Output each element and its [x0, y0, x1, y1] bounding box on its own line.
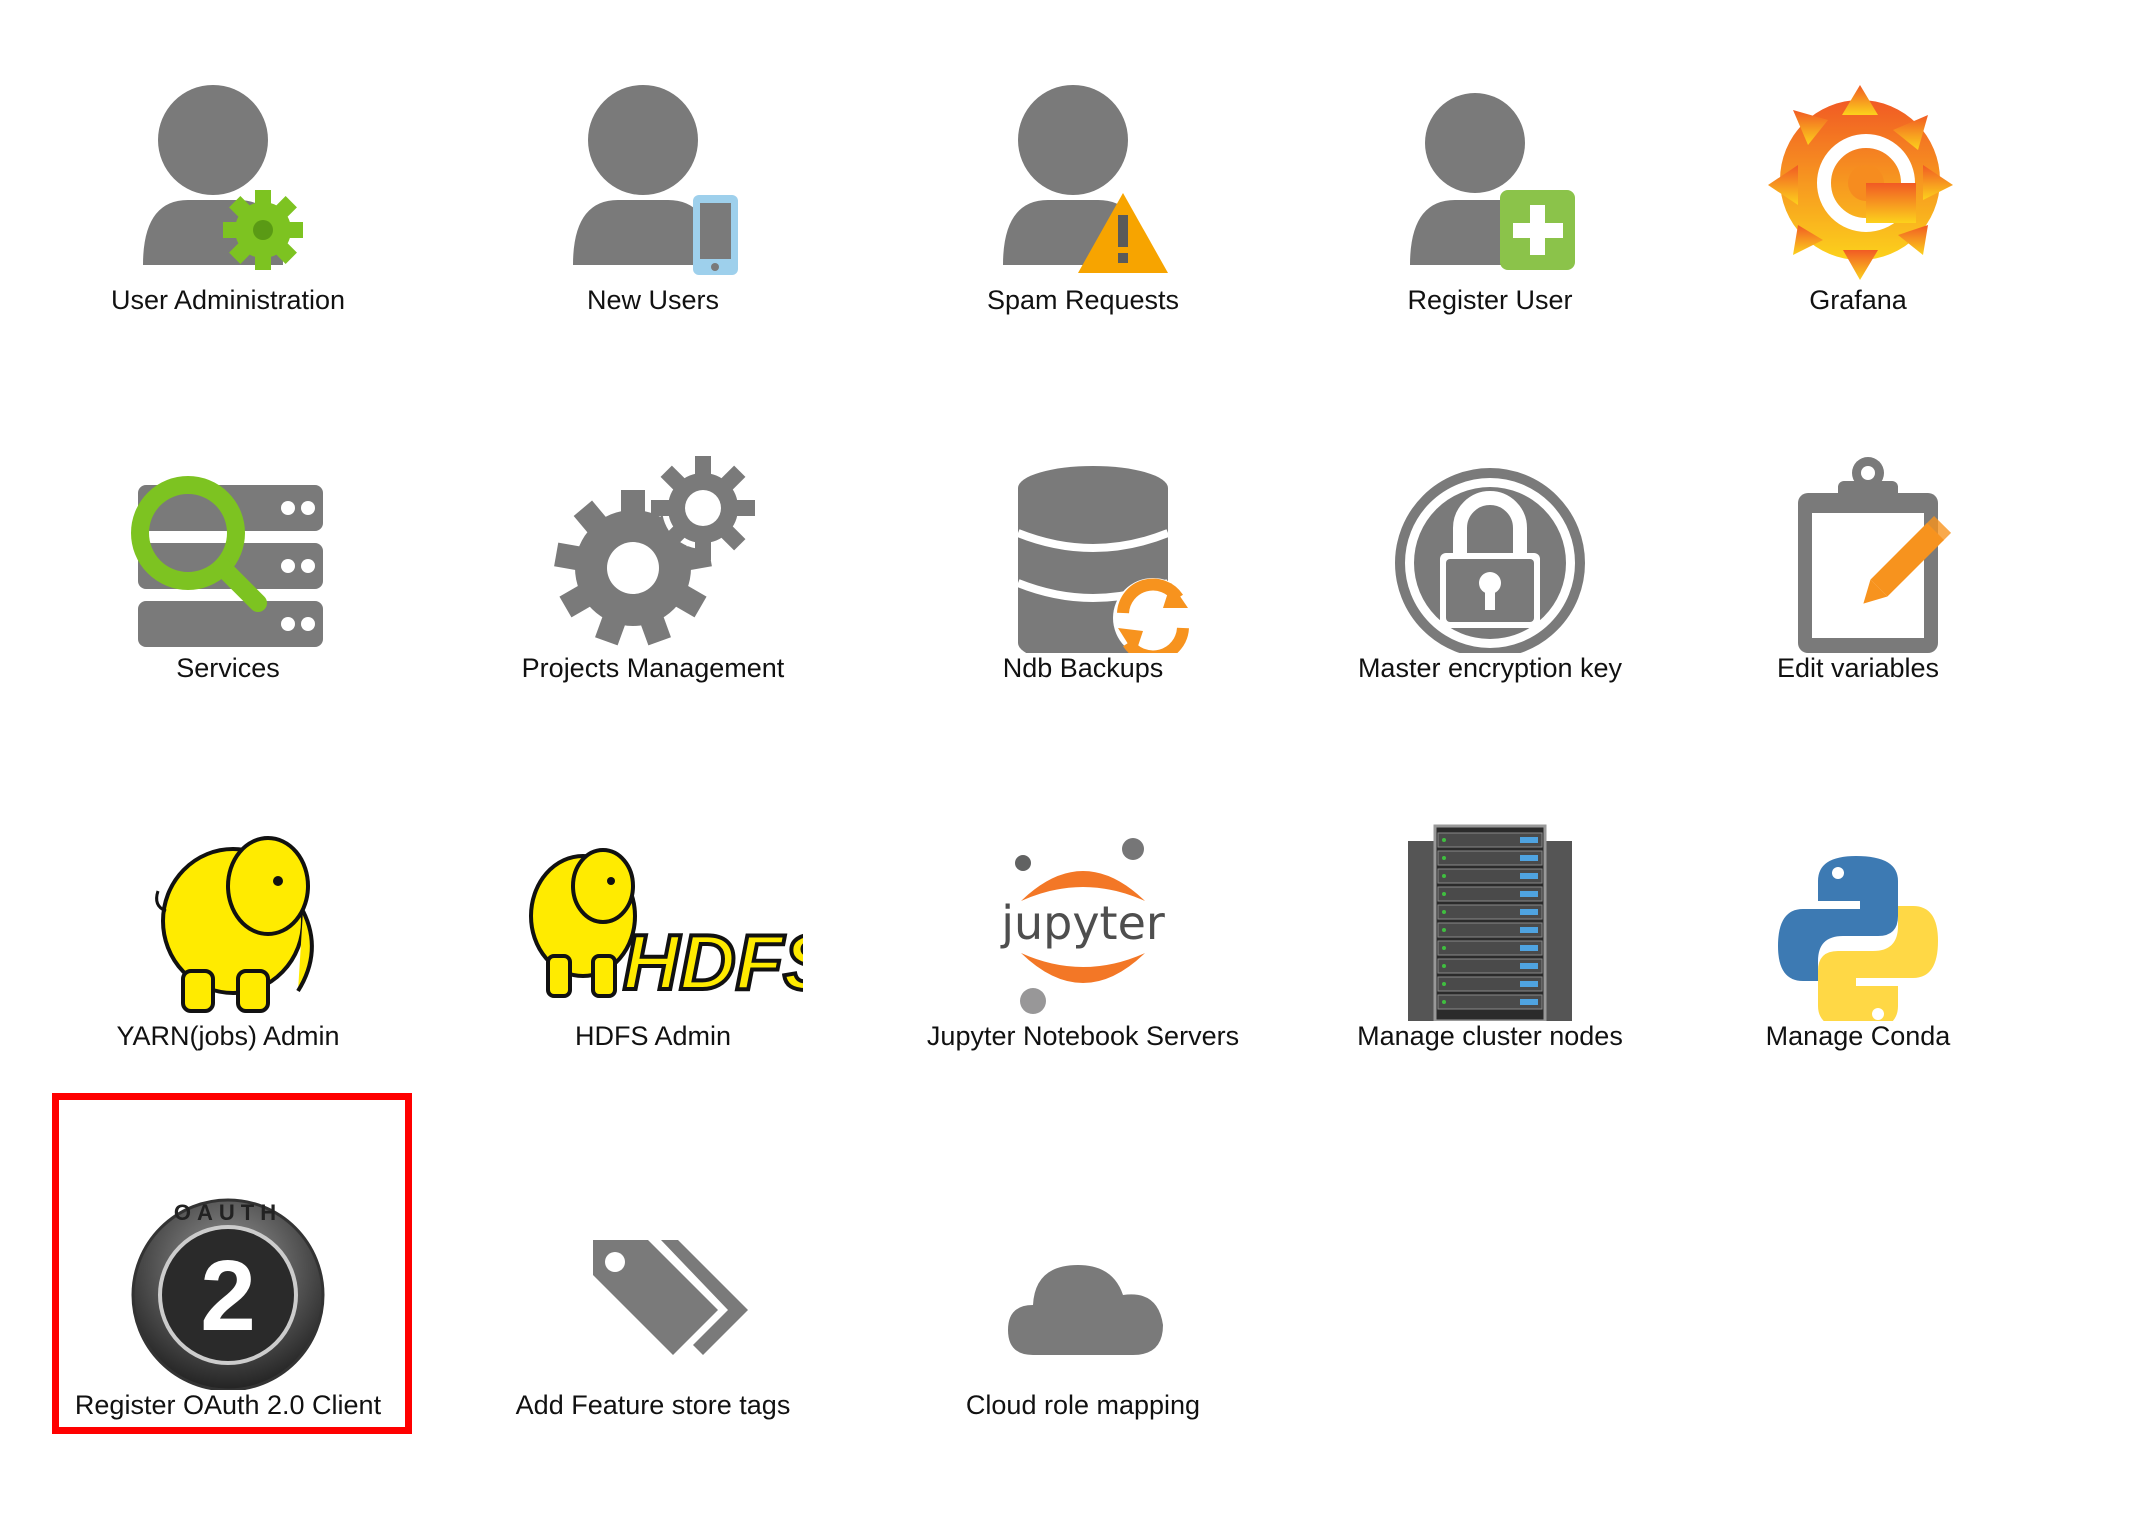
yarn-elephant-icon — [118, 801, 338, 1021]
tile-label: HDFS Admin — [574, 1021, 732, 1051]
tile-label: Grafana — [1809, 285, 1907, 315]
tile-register-oauth-client[interactable]: 2 OAUTH Register OAuth 2.0 Client — [8, 1125, 448, 1465]
tile-edit-variables[interactable]: Edit variables — [1638, 388, 2078, 728]
tile-projects-management[interactable]: Projects Management — [433, 388, 873, 728]
tile-label: Register OAuth 2.0 Client — [74, 1390, 382, 1420]
tile-grafana[interactable]: Grafana — [1638, 20, 2078, 360]
tile-cloud-role-mapping[interactable]: Cloud role mapping — [863, 1125, 1303, 1465]
spam-warning-icon — [973, 65, 1193, 285]
tile-label: New Users — [586, 285, 720, 315]
database-sync-icon — [973, 433, 1193, 653]
grafana-logo-icon — [1748, 65, 1968, 285]
python-logo-icon — [1748, 801, 1968, 1021]
user-admin-icon — [118, 65, 338, 285]
gears-icon — [543, 433, 763, 653]
tile-label: Edit variables — [1776, 653, 1940, 683]
tile-label: Cloud role mapping — [965, 1390, 1201, 1420]
cloud-icon — [973, 1170, 1193, 1390]
tile-hdfs-admin[interactable]: HDFS HDFS Admin — [433, 756, 873, 1096]
tile-label: Ndb Backups — [1002, 653, 1164, 683]
tile-label: Projects Management — [521, 653, 785, 683]
tile-label: Jupyter Notebook Servers — [926, 1021, 1240, 1051]
tile-new-users[interactable]: New Users — [433, 20, 873, 360]
tags-icon — [543, 1170, 763, 1390]
tile-yarn-admin[interactable]: YARN(jobs) Admin — [8, 756, 448, 1096]
services-search-icon — [118, 433, 338, 653]
jupyter-logo-icon: jupyter — [973, 801, 1193, 1021]
hdfs-logo-icon: HDFS — [503, 801, 803, 1021]
lock-icon — [1380, 433, 1600, 653]
tile-jupyter-servers[interactable]: jupyter Jupyter Notebook Servers — [863, 756, 1303, 1096]
tile-label: User Administration — [110, 285, 346, 315]
tile-manage-conda[interactable]: Manage Conda — [1638, 756, 2078, 1096]
tile-label: YARN(jobs) Admin — [116, 1021, 340, 1051]
tile-label: Add Feature store tags — [515, 1390, 791, 1420]
jupyter-logo-text: jupyter — [1000, 896, 1165, 950]
new-users-icon — [543, 65, 763, 285]
tile-add-feature-store-tags[interactable]: Add Feature store tags — [433, 1125, 873, 1465]
tile-label: Manage Conda — [1765, 1021, 1951, 1051]
tile-ndb-backups[interactable]: Ndb Backups — [863, 388, 1303, 728]
add-user-icon — [1380, 65, 1600, 285]
tile-label: Spam Requests — [986, 285, 1180, 315]
tile-user-administration[interactable]: User Administration — [8, 20, 448, 360]
tile-label: Services — [176, 653, 280, 683]
server-rack-icon — [1380, 801, 1600, 1021]
clipboard-edit-icon — [1748, 433, 1968, 653]
oauth-number: 2 — [200, 1240, 256, 1352]
tile-services[interactable]: Services — [8, 388, 448, 728]
oauth2-logo-icon: 2 OAUTH — [118, 1170, 338, 1390]
tile-spam-requests[interactable]: Spam Requests — [863, 20, 1303, 360]
hdfs-logo-text: HDFS — [623, 918, 803, 1006]
oauth-word: OAUTH — [174, 1200, 282, 1225]
